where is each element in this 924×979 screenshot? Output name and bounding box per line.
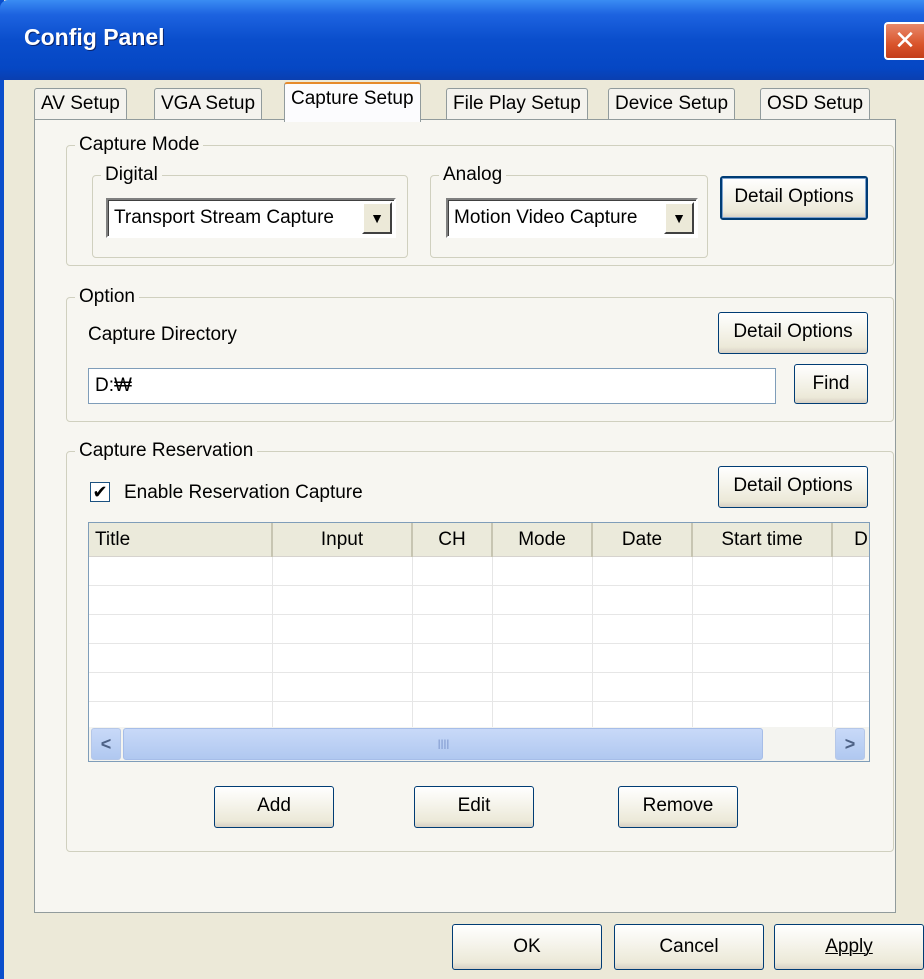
cancel-button[interactable]: Cancel	[614, 924, 764, 970]
grid-line	[272, 557, 273, 727]
tab-device-setup[interactable]: Device Setup	[608, 88, 736, 120]
scroll-right-button[interactable]: >	[835, 728, 865, 760]
tab-av-setup[interactable]: AV Setup	[34, 88, 127, 120]
scrollbar-grip-icon: IIII	[437, 736, 450, 752]
tab-vga-setup[interactable]: VGA Setup	[154, 88, 263, 120]
grid-line	[412, 557, 413, 727]
grid-line	[832, 557, 833, 727]
find-button[interactable]: Find	[794, 364, 868, 404]
option-detail-options-button[interactable]: Detail Options	[718, 312, 868, 354]
analog-capture-select[interactable]: Motion Video Capture ▼	[446, 198, 698, 238]
column-ch[interactable]: CH	[413, 523, 493, 557]
add-button[interactable]: Add	[214, 786, 334, 828]
config-panel-window: Config Panel ✕ AV Setup VGA Setup Captur…	[0, 0, 924, 979]
grid-line	[492, 557, 493, 727]
capture-mode-legend: Capture Mode	[79, 134, 200, 155]
reservation-list-header: Title Input CH Mode Date Start time D	[89, 523, 869, 557]
reservation-list[interactable]: Title Input CH Mode Date Start time D < …	[88, 522, 870, 762]
edit-button[interactable]: Edit	[414, 786, 534, 828]
analog-legend: Analog	[443, 164, 503, 185]
digital-legend: Digital	[105, 164, 158, 185]
reservation-detail-options-button[interactable]: Detail Options	[718, 466, 868, 508]
scrollbar-thumb[interactable]: IIII	[123, 728, 763, 760]
ok-button[interactable]: OK	[452, 924, 602, 970]
close-button[interactable]: ✕	[884, 22, 924, 60]
checkmark-icon: ✔	[92, 482, 108, 502]
capture-directory-input[interactable]: D:₩	[88, 368, 776, 404]
enable-reservation-checkbox[interactable]: ✔	[90, 482, 110, 502]
grid-line	[592, 557, 593, 727]
option-legend: Option	[79, 286, 135, 307]
capture-directory-label: Capture Directory	[88, 324, 237, 345]
chevron-left-icon: <	[100, 734, 112, 754]
digital-capture-select[interactable]: Transport Stream Capture ▼	[106, 198, 396, 238]
capture-reservation-legend: Capture Reservation	[79, 440, 254, 461]
window-title: Config Panel	[24, 24, 165, 50]
column-mode[interactable]: Mode	[493, 523, 593, 557]
tab-capture-setup[interactable]: Capture Setup	[284, 82, 421, 122]
remove-button[interactable]: Remove	[618, 786, 738, 828]
close-icon: ✕	[894, 25, 916, 55]
tab-file-play-setup[interactable]: File Play Setup	[446, 88, 588, 120]
digital-capture-value: Transport Stream Capture	[114, 207, 334, 228]
tab-osd-setup[interactable]: OSD Setup	[760, 88, 871, 120]
title-bar[interactable]: Config Panel ✕	[0, 0, 924, 80]
scroll-left-button[interactable]: <	[91, 728, 121, 760]
column-input[interactable]: Input	[273, 523, 413, 557]
analog-capture-value: Motion Video Capture	[454, 207, 638, 228]
capture-directory-value: D:₩	[95, 375, 132, 396]
column-title[interactable]: Title	[89, 523, 273, 557]
column-d[interactable]: D	[833, 523, 869, 557]
apply-button[interactable]: Apply	[774, 924, 924, 970]
column-start-time[interactable]: Start time	[693, 523, 833, 557]
chevron-down-icon[interactable]: ▼	[664, 202, 694, 234]
column-date[interactable]: Date	[593, 523, 693, 557]
chevron-down-icon[interactable]: ▼	[362, 202, 392, 234]
chevron-right-icon: >	[844, 734, 856, 754]
capture-mode-detail-options-button[interactable]: Detail Options	[720, 176, 868, 220]
reservation-list-rows[interactable]	[89, 557, 869, 727]
horizontal-scrollbar[interactable]: < IIII >	[89, 727, 869, 761]
grid-line	[692, 557, 693, 727]
enable-reservation-label[interactable]: Enable Reservation Capture	[124, 482, 363, 504]
apply-label: Apply	[825, 936, 873, 957]
